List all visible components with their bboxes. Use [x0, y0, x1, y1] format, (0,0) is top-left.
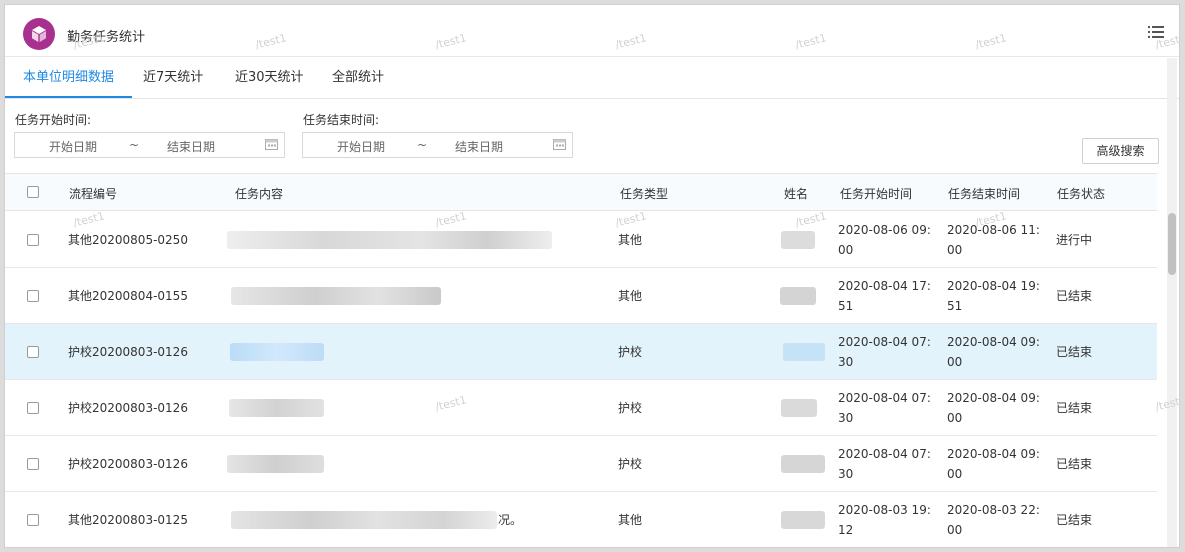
- task-content-tail: 况。: [498, 513, 523, 527]
- tab-last-7-days[interactable]: 近7天统计: [125, 58, 221, 98]
- start-to-placeholder: 结束日期: [167, 140, 216, 154]
- redacted-content: [227, 231, 552, 249]
- vertical-scrollbar[interactable]: [1167, 58, 1177, 547]
- tab-unit-detail[interactable]: 本单位明细数据: [5, 58, 133, 98]
- tab-last-30-days[interactable]: 近30天统计: [217, 58, 322, 98]
- range-separator: ~: [129, 138, 140, 152]
- task-start-time: 2020-08-04 07:30: [838, 335, 931, 369]
- column-header-content[interactable]: 任务内容: [235, 185, 283, 202]
- task-end-time: 2020-08-04 09:00: [947, 335, 1040, 369]
- task-status: 已结束: [1056, 345, 1093, 359]
- calendar-icon[interactable]: [553, 138, 566, 150]
- tab-bar: 本单位明细数据 近7天统计 近30天统计 全部统计: [5, 58, 1179, 99]
- app-header: 勤务任务统计: [5, 5, 1179, 57]
- table-header: 流程编号 任务内容 任务类型 姓名 任务开始时间 任务结束时间 任务状态: [5, 173, 1157, 211]
- end-date-range-picker[interactable]: 开始日期 ~ 结束日期: [302, 132, 573, 158]
- row-checkbox[interactable]: [27, 234, 39, 246]
- table-row[interactable]: 其他20200803-0125 况。 其他 2020-08-03 19:12 2…: [5, 492, 1157, 547]
- table-row[interactable]: 其他20200805-0250 其他 2020-08-06 09:00 2020…: [5, 212, 1157, 268]
- calendar-icon[interactable]: [265, 138, 278, 150]
- redacted-name: [783, 343, 825, 361]
- end-from-placeholder: 开始日期: [337, 140, 386, 154]
- redacted-content: [227, 455, 324, 473]
- table-row[interactable]: 护校20200803-0126 护校 2020-08-04 07:30 2020…: [5, 380, 1157, 436]
- column-header-name[interactable]: 姓名: [784, 185, 808, 202]
- task-type: 护校: [618, 345, 643, 359]
- task-start-time: 2020-08-04 17:51: [838, 279, 931, 313]
- column-header-start-time[interactable]: 任务开始时间: [840, 185, 912, 202]
- tab-all-stats[interactable]: 全部统计: [314, 58, 402, 98]
- table-row[interactable]: 其他20200804-0155 其他 2020-08-04 17:51 2020…: [5, 268, 1157, 324]
- task-status: 已结束: [1056, 401, 1093, 415]
- select-all-checkbox[interactable]: [27, 186, 39, 198]
- task-status: 已结束: [1056, 289, 1093, 303]
- range-separator: ~: [417, 138, 428, 152]
- table-row[interactable]: 护校20200803-0126 护校 2020-08-04 07:30 2020…: [5, 436, 1157, 492]
- advanced-search-button[interactable]: 高级搜索: [1082, 138, 1159, 164]
- list-menu-icon[interactable]: [1148, 25, 1164, 39]
- task-id: 其他20200803-0125: [68, 513, 188, 527]
- task-id: 护校20200803-0126: [68, 401, 188, 415]
- task-type: 其他: [618, 233, 643, 247]
- redacted-name: [780, 287, 816, 305]
- redacted-name: [781, 455, 825, 473]
- redacted-content: [231, 287, 441, 305]
- start-date-range-picker[interactable]: 开始日期 ~ 结束日期: [14, 132, 285, 158]
- task-status: 已结束: [1056, 457, 1093, 471]
- row-checkbox[interactable]: [27, 514, 39, 526]
- column-header-status[interactable]: 任务状态: [1057, 185, 1105, 202]
- task-start-time: 2020-08-06 09:00: [838, 223, 931, 257]
- task-id: 其他20200804-0155: [68, 289, 188, 303]
- redacted-name: [781, 399, 817, 417]
- task-type: 其他: [618, 513, 643, 527]
- redacted-content: [231, 511, 497, 529]
- task-end-time: 2020-08-04 09:00: [947, 391, 1040, 425]
- task-id: 护校20200803-0126: [68, 345, 188, 359]
- task-type: 其他: [618, 289, 643, 303]
- row-checkbox[interactable]: [27, 458, 39, 470]
- start-from-placeholder: 开始日期: [49, 140, 98, 154]
- task-status: 进行中: [1056, 233, 1093, 247]
- task-end-time: 2020-08-03 22:00: [947, 503, 1040, 537]
- redacted-name: [781, 231, 815, 249]
- task-id: 护校20200803-0126: [68, 457, 188, 471]
- task-end-time: 2020-08-06 11:00: [947, 223, 1040, 257]
- task-id: 其他20200805-0250: [68, 233, 188, 247]
- task-type: 护校: [618, 401, 643, 415]
- column-header-type[interactable]: 任务类型: [620, 185, 668, 202]
- end-to-placeholder: 结束日期: [455, 140, 504, 154]
- redacted-content: [229, 399, 324, 417]
- column-header-end-time[interactable]: 任务结束时间: [948, 185, 1020, 202]
- task-end-time: 2020-08-04 19:51: [947, 279, 1040, 313]
- redacted-content: [230, 343, 324, 361]
- row-checkbox[interactable]: [27, 346, 39, 358]
- task-start-time: 2020-08-04 07:30: [838, 447, 931, 481]
- scrollbar-thumb[interactable]: [1168, 213, 1176, 275]
- page-title: 勤务任务统计: [67, 30, 146, 45]
- table-row[interactable]: 护校20200803-0126 护校 2020-08-04 07:30 2020…: [5, 324, 1157, 380]
- row-checkbox[interactable]: [27, 402, 39, 414]
- task-start-time: 2020-08-04 07:30: [838, 391, 931, 425]
- redacted-name: [781, 511, 825, 529]
- start-time-label: 任务开始时间:: [15, 113, 92, 127]
- column-header-id[interactable]: 流程编号: [69, 185, 117, 202]
- task-status: 已结束: [1056, 513, 1093, 527]
- row-checkbox[interactable]: [27, 290, 39, 302]
- task-end-time: 2020-08-04 09:00: [947, 447, 1040, 481]
- task-type: 护校: [618, 457, 643, 471]
- app-window: 勤务任务统计 本单位明细数据 近7天统计 近30天统计 全部统计 任务开始时间:…: [4, 4, 1180, 548]
- task-start-time: 2020-08-03 19:12: [838, 503, 931, 537]
- cube-icon: [23, 18, 55, 50]
- end-time-label: 任务结束时间:: [303, 113, 380, 127]
